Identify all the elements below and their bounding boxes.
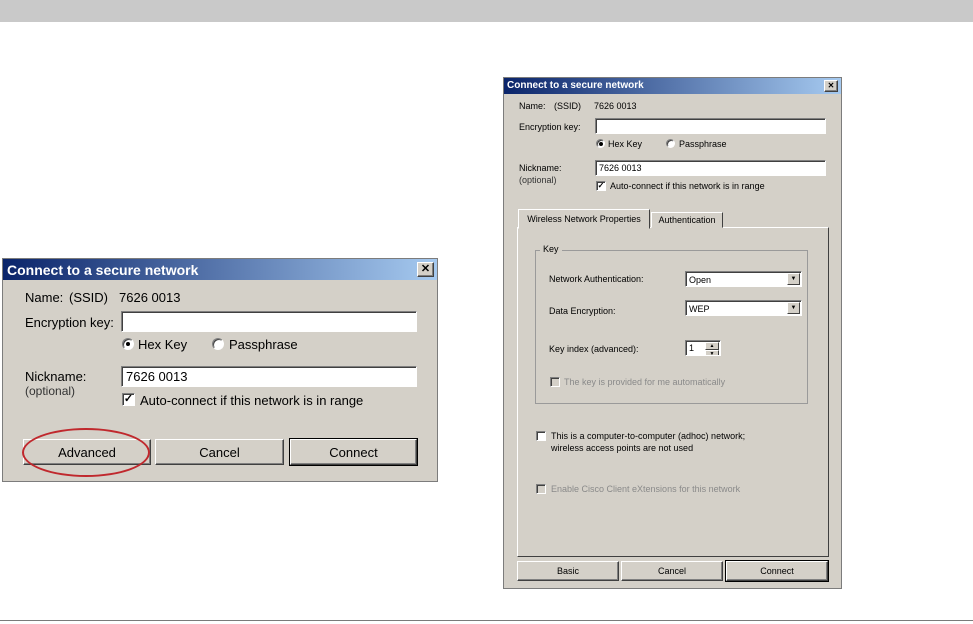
small-cancel-button[interactable]: Cancel — [155, 439, 284, 465]
large-passphrase-label: Passphrase — [679, 139, 727, 149]
large-autoconnect-checkbox[interactable]: ✓ — [596, 181, 606, 191]
large-optional-label: (optional) — [519, 175, 557, 185]
data-encryption-value: WEP — [689, 304, 710, 314]
data-encryption-label: Data Encryption: — [549, 306, 616, 316]
small-dialog-title: Connect to a secure network — [7, 262, 199, 278]
small-encryption-key-input[interactable] — [121, 311, 417, 332]
small-nickname-label: Nickname: — [25, 369, 87, 384]
chevron-down-icon[interactable]: ▼ — [787, 273, 800, 285]
small-passphrase-radio[interactable] — [212, 338, 224, 350]
cisco-extensions-checkbox[interactable] — [536, 484, 546, 494]
adhoc-label-line1: This is a computer-to-computer (adhoc) n… — [551, 431, 746, 441]
large-encryption-key-input[interactable] — [595, 118, 826, 134]
checkmark-icon: ✓ — [123, 393, 134, 405]
small-nickname-input[interactable]: 7626 0013 — [121, 366, 417, 387]
small-ssid-label: (SSID) — [69, 290, 108, 305]
large-connect-button[interactable]: Connect — [725, 560, 829, 582]
large-hex-key-radio[interactable] — [596, 139, 605, 148]
large-passphrase-radio[interactable] — [666, 139, 675, 148]
key-index-stepper[interactable]: 1 ▲ ▼ — [685, 340, 721, 356]
basic-button[interactable]: Basic — [517, 561, 619, 581]
key-index-value: 1 — [689, 343, 695, 353]
large-nickname-input[interactable]: 7626 0013 — [595, 160, 826, 176]
large-autoconnect-label: Auto-connect if this network is in range — [610, 181, 765, 191]
small-dialog-titlebar[interactable]: Connect to a secure network — [3, 259, 437, 280]
key-provided-label: The key is provided for me automatically — [564, 377, 726, 387]
close-icon: ✕ — [827, 81, 835, 90]
large-ssid-value: 7626 0013 — [594, 101, 637, 111]
large-cancel-button[interactable]: Cancel — [621, 561, 723, 581]
adhoc-checkbox[interactable] — [536, 431, 546, 441]
small-name-label: Name: — [25, 290, 64, 305]
small-hex-key-label: Hex Key — [138, 337, 188, 352]
small-autoconnect-label: Auto-connect if this network is in range — [140, 393, 364, 408]
large-hex-key-label: Hex Key — [608, 139, 643, 149]
large-encryption-key-label: Encryption key: — [519, 122, 581, 132]
large-dialog-close-button[interactable]: ✕ — [824, 80, 838, 92]
close-icon: ✕ — [420, 263, 431, 275]
tab-authentication[interactable]: Authentication — [651, 212, 723, 228]
large-dialog-title: Connect to a secure network — [507, 80, 644, 91]
key-group-title: Key — [540, 244, 562, 254]
spin-down-icon[interactable]: ▼ — [705, 350, 719, 355]
cisco-extensions-label: Enable Cisco Client eXtensions for this … — [551, 484, 741, 494]
small-ssid-value: 7626 0013 — [119, 290, 181, 305]
bottom-rule — [0, 620, 973, 621]
network-authentication-value: Open — [689, 275, 712, 285]
small-optional-label: (optional) — [25, 384, 76, 398]
checkmark-icon: ✓ — [597, 181, 605, 190]
small-autoconnect-checkbox[interactable]: ✓ — [122, 393, 135, 406]
small-connect-button[interactable]: Connect — [289, 438, 418, 466]
key-provided-checkbox[interactable] — [550, 377, 560, 387]
top-banner-bar — [0, 0, 973, 22]
tab-wireless-network-properties[interactable]: Wireless Network Properties — [518, 209, 650, 229]
data-encryption-select[interactable]: WEP ▼ — [685, 300, 802, 316]
key-index-label: Key index (advanced): — [549, 344, 639, 354]
advanced-highlight-ellipse — [22, 428, 150, 477]
large-ssid-label: (SSID) — [554, 101, 581, 111]
key-index-spinner[interactable]: ▲ ▼ — [705, 342, 719, 355]
spin-up-icon[interactable]: ▲ — [705, 342, 719, 350]
large-connect-dialog: Connect to a secure network ✕ Name: (SSI… — [503, 77, 842, 589]
large-dialog-titlebar[interactable]: Connect to a secure network — [504, 78, 841, 94]
network-authentication-select[interactable]: Open ▼ — [685, 271, 802, 287]
adhoc-label-line2: wireless access points are not used — [551, 443, 694, 453]
small-dialog-close-button[interactable]: ✕ — [417, 262, 434, 277]
large-nickname-label: Nickname: — [519, 163, 562, 173]
small-hex-key-radio[interactable] — [122, 338, 134, 350]
network-authentication-label: Network Authentication: — [549, 274, 644, 284]
small-passphrase-label: Passphrase — [229, 337, 298, 352]
small-encryption-key-label: Encryption key: — [25, 315, 114, 330]
large-name-label: Name: — [519, 101, 546, 111]
chevron-down-icon[interactable]: ▼ — [787, 302, 800, 314]
